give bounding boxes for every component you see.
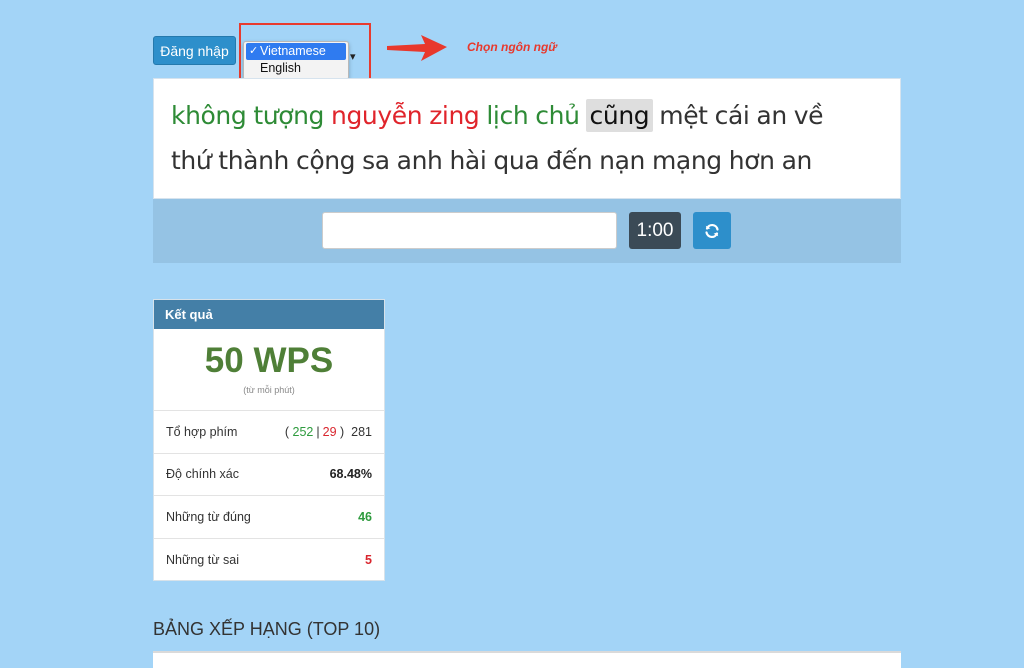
word-pending: mệt (659, 101, 708, 130)
language-option-label: English (260, 61, 301, 75)
language-option-english[interactable]: English (244, 60, 348, 77)
keystrokes-label: Tổ hợp phím (166, 424, 238, 439)
wrong-words-row: Những từ sai 5 (154, 539, 384, 582)
leaderboard-title: BẢNG XẾP HẠNG (TOP 10) (153, 619, 381, 639)
chevron-down-icon[interactable]: ▾ (350, 50, 356, 63)
word-correct: lịch (486, 101, 529, 130)
word-pending: hơn (728, 146, 775, 175)
keystrokes-total: 281 (351, 424, 372, 439)
word-pending: cộng (295, 146, 356, 175)
word-pending: an (756, 101, 787, 130)
word-pending: nạn (599, 146, 645, 175)
word-pending: cái (714, 101, 750, 130)
word-pending: mạng (651, 146, 722, 175)
wps-block: 50 WPS (từ mỗi phút) (154, 329, 384, 411)
word-pending: đến (546, 146, 593, 175)
arrow-icon (387, 35, 447, 61)
correct-words-value: 46 (358, 509, 372, 524)
word-line-2: thứ thành cộng sa anh hài qua đến nạn mạng hơn an (170, 146, 900, 186)
language-option-vietnamese[interactable]: ✓ Vietnamese (246, 43, 346, 60)
accuracy-value: 68.48% (329, 467, 372, 482)
word-pending: sa (362, 146, 390, 175)
wps-value: 50 WPS (204, 341, 334, 380)
word-wrong: nguyễn (331, 101, 423, 130)
annotation-label: Chọn ngôn ngữ (467, 40, 557, 54)
refresh-icon (705, 223, 719, 238)
wrong-words-label: Những từ sai (166, 552, 240, 567)
word-correct: tượng (253, 101, 325, 130)
refresh-button[interactable] (693, 212, 731, 249)
word-display: không tượng nguyễn zing lịch chủ cũng mệt cái an v… (153, 78, 901, 199)
word-correct: không (171, 101, 247, 130)
language-option-label: Vietnamese (260, 44, 326, 58)
login-button[interactable]: Đăng nhập (153, 36, 236, 65)
timer-display: 1:00 (629, 212, 681, 249)
language-dropdown[interactable]: ✓ Vietnamese English (243, 41, 349, 80)
word-pending: thứ (171, 146, 212, 175)
keystrokes-correct: 252 (292, 424, 314, 439)
word-pending: qua (493, 146, 540, 175)
leaderboard-table (153, 651, 901, 668)
accuracy-row: Độ chính xác 68.48% (154, 454, 384, 496)
word-line-1: không tượng nguyễn zing lịch chủ cũng mệt cái an v… (170, 99, 900, 139)
word-pending: hài (449, 146, 487, 175)
keystrokes-value: ( 252 | 29 ) 281 (284, 424, 372, 439)
wps-subtitle: (từ mỗi phút) (243, 385, 295, 395)
word-pending: an (781, 146, 813, 175)
word-wrong: zing (429, 101, 480, 130)
typing-bar: 1:00 (153, 199, 901, 263)
check-icon: ✓ (249, 45, 259, 57)
word-current: cũng (585, 99, 654, 132)
correct-words-row: Những từ đúng 46 (154, 496, 384, 539)
keystrokes-wrong: 29 (322, 424, 337, 439)
results-title: Kết quả (154, 300, 384, 329)
correct-words-label: Những từ đúng (166, 509, 251, 524)
wrong-words-value: 5 (365, 552, 372, 567)
keystrokes-row: Tổ hợp phím ( 252 | 29 ) 281 (154, 411, 384, 454)
word-pending: thành (218, 146, 289, 175)
word-pending: anh (396, 146, 443, 175)
results-panel: Kết quả 50 WPS (từ mỗi phút) Tổ hợp phím… (153, 299, 385, 581)
accuracy-label: Độ chính xác (166, 467, 239, 482)
word-pending: về (793, 101, 824, 130)
typing-input[interactable] (322, 212, 617, 249)
word-correct: chủ (535, 101, 580, 130)
